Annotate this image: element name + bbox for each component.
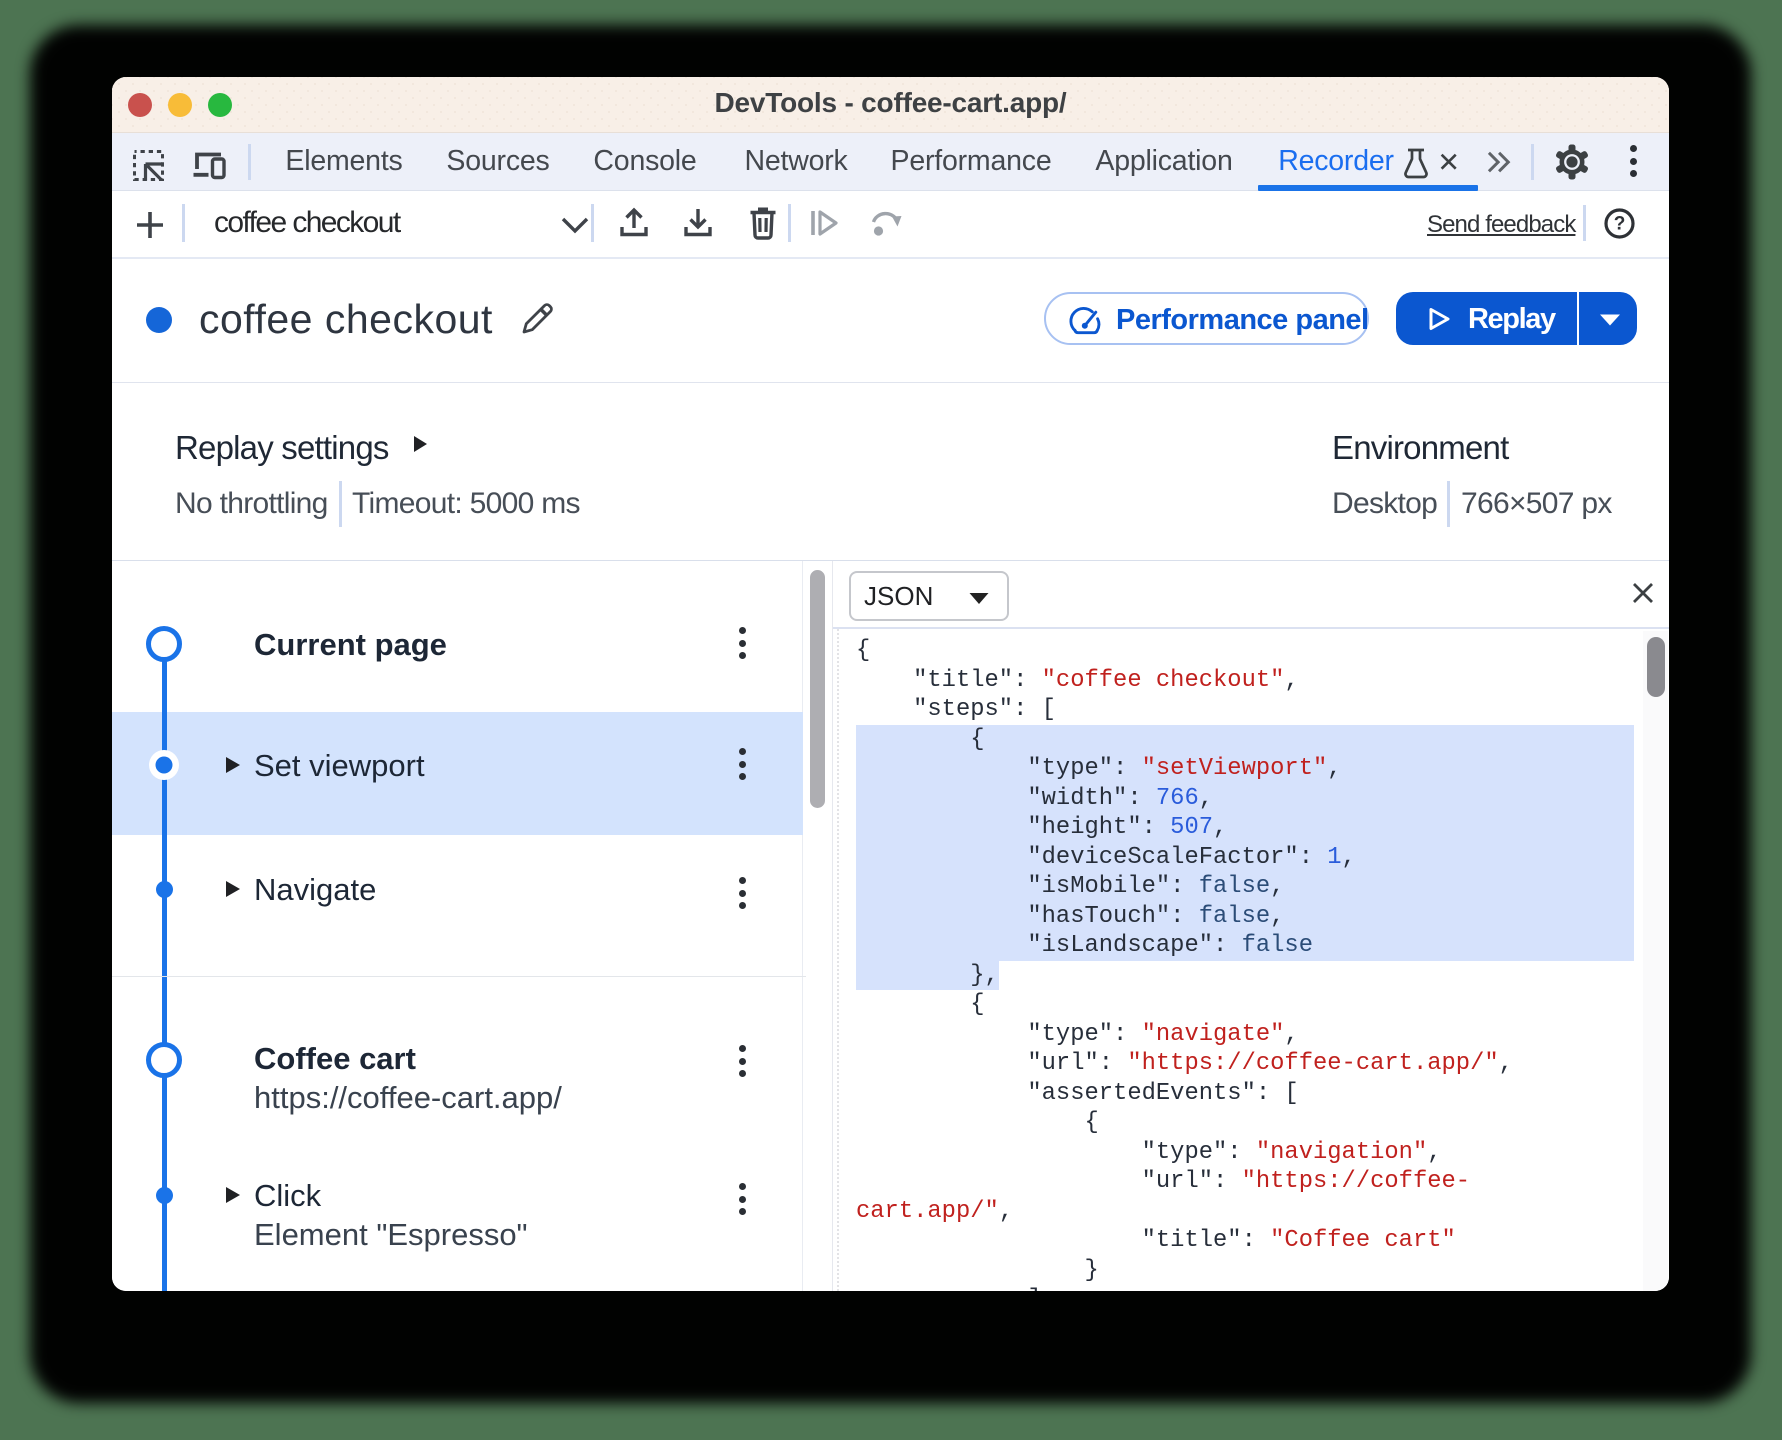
svg-text:?: ? xyxy=(1614,214,1626,235)
